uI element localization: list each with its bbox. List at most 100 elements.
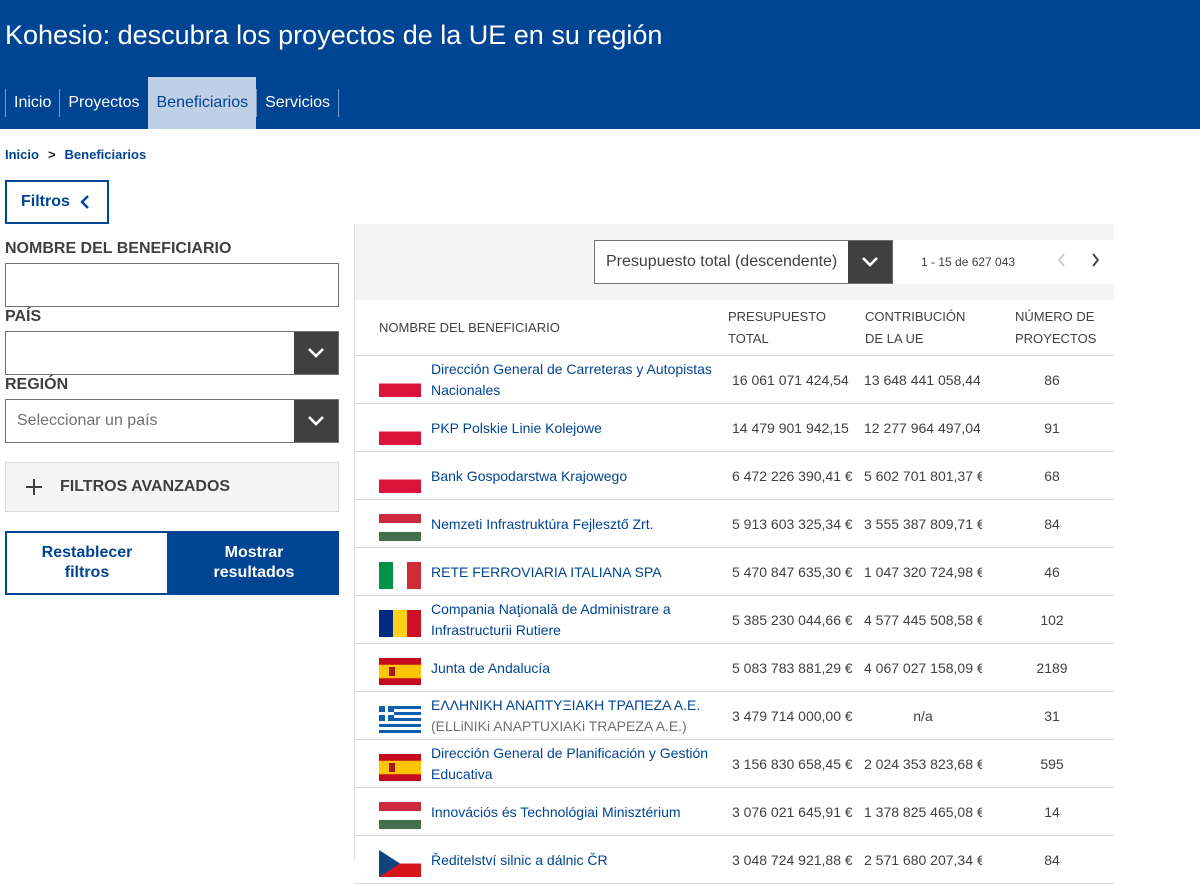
show-results-button[interactable]: Mostrar resultados: [169, 531, 339, 595]
beneficiary-link[interactable]: Dirección General de Planificación y Ges…: [431, 740, 721, 788]
beneficiary-link[interactable]: Dirección General de Carreteras y Autopi…: [431, 356, 721, 404]
poland-flag-icon: [379, 418, 421, 445]
hungary-flag-icon: [379, 514, 421, 541]
paginator: 1 - 15 de 627 043: [894, 240, 1114, 284]
greece-flag-icon: [379, 706, 421, 733]
chevron-down-icon[interactable]: [848, 241, 892, 283]
beneficiary-link[interactable]: RETE FERROVIARIA ITALIANA SPA: [431, 548, 721, 596]
column-header-contribution[interactable]: CONTRIBUCIÓN DE LA UE: [865, 306, 985, 350]
country-label: PAÍS: [5, 308, 42, 325]
eu-contribution-cell: 4 577 445 508,58 €: [864, 612, 982, 628]
hungary-flag-icon: [379, 802, 421, 829]
beneficiary-name[interactable]: Innovációs és Technológiai Minisztérium: [431, 802, 721, 823]
chevron-down-icon[interactable]: [294, 332, 338, 374]
spain-flag-icon: [379, 658, 421, 685]
table-row: PKP Polskie Linie Kolejowe 14 479 901 942…: [355, 404, 1114, 452]
eu-contribution-cell: 3 555 387 809,71 €: [864, 516, 982, 532]
poland-flag-icon: [379, 370, 421, 397]
czech-flag-icon: [379, 850, 421, 877]
beneficiary-name[interactable]: PKP Polskie Linie Kolejowe: [431, 418, 721, 439]
site-header: Kohesio: descubra los proyectos de la UE…: [0, 0, 1200, 129]
column-header-name[interactable]: NOMBRE DEL BENEFICIARIO: [379, 317, 560, 339]
show-results-label: Mostrar resultados: [213, 544, 295, 581]
project-count-cell: 86: [1044, 372, 1060, 388]
nav-item-proyectos[interactable]: Proyectos: [59, 77, 147, 129]
beneficiary-name[interactable]: Dirección General de Carreteras y Autopi…: [431, 359, 721, 401]
table-row: Ředitelství silnic a dálnic ČR 3 048 724 …: [355, 836, 1114, 884]
beneficiary-name-label: NOMBRE DEL BENEFICIARIO: [5, 240, 232, 257]
breadcrumb-home-link[interactable]: Inicio: [5, 147, 39, 162]
total-budget-cell: 5 913 603 325,34 €: [732, 516, 852, 532]
project-count-cell: 2189: [1036, 660, 1068, 676]
beneficiary-name[interactable]: ΕΛΛΗΝΙΚΗ ΑΝΑΠΤΥΞΙΑΚΗ ΤΡΑΠΕΖΑ Α.Ε.: [431, 695, 721, 716]
total-budget-cell: 5 083 783 881,29 €: [732, 660, 852, 676]
romania-flag-icon: [379, 610, 421, 637]
spain-flag-icon: [379, 754, 421, 781]
eu-contribution-cell: 2 571 680 207,34 €: [864, 852, 982, 868]
reset-filters-label: Restablecer filtros: [41, 544, 133, 581]
beneficiary-link[interactable]: Compania Naţională de Administrare a Inf…: [431, 596, 721, 644]
poland-flag-icon: [379, 466, 421, 493]
eu-contribution-cell: 2 024 353 823,68 €: [864, 756, 982, 772]
beneficiary-link[interactable]: Innovációs és Technológiai Minisztérium: [431, 788, 721, 836]
beneficiary-name[interactable]: Dirección General de Planificación y Ges…: [431, 743, 721, 785]
eu-contribution-cell: 1 378 825 465,08 €: [864, 804, 982, 820]
table-row: Innovációs és Technológiai Minisztérium 3…: [355, 788, 1114, 836]
table-row: ΕΛΛΗΝΙΚΗ ΑΝΑΠΤΥΞΙΑΚΗ ΤΡΑΠΕΖΑ Α.Ε. (ELLiNI…: [355, 692, 1114, 740]
eu-contribution-cell: 5 602 701 801,37 €: [864, 468, 982, 484]
advanced-filters-toggle[interactable]: FILTROS AVANZADOS: [5, 462, 339, 512]
site-title: Kohesio: descubra los proyectos de la UE…: [5, 20, 663, 50]
beneficiary-name[interactable]: RETE FERROVIARIA ITALIANA SPA: [431, 562, 721, 583]
beneficiary-alt-name: (ELLiNIKi ANAPTUXIAKi TRAPEZA A.E.): [431, 718, 687, 734]
eu-contribution-cell: 4 067 027 158,09 €: [864, 660, 982, 676]
project-count-cell: 31: [1044, 708, 1060, 724]
project-count-cell: 102: [1040, 612, 1064, 628]
table-header: NOMBRE DEL BENEFICIARIO PRESUPUESTO TOTA…: [355, 300, 1114, 356]
reset-filters-button[interactable]: Restablecer filtros: [5, 531, 169, 595]
column-header-projects[interactable]: NÚMERO DE PROYECTOS: [1015, 306, 1110, 350]
beneficiary-link[interactable]: PKP Polskie Linie Kolejowe: [431, 404, 721, 452]
nav-item-inicio[interactable]: Inicio: [5, 77, 59, 129]
total-budget-cell: 14 479 901 942,15 €: [732, 420, 852, 436]
project-count-cell: 46: [1044, 564, 1060, 580]
beneficiary-link[interactable]: Junta de Andalucía: [431, 644, 721, 692]
beneficiary-name[interactable]: Bank Gospodarstwa Krajowego: [431, 466, 721, 487]
country-select[interactable]: [5, 331, 339, 375]
advanced-filters-label: FILTROS AVANZADOS: [60, 478, 231, 495]
filters-toggle-label: Filtros: [21, 193, 70, 210]
beneficiary-name[interactable]: Compania Naţională de Administrare a Inf…: [431, 599, 721, 641]
total-budget-cell: 3 076 021 645,91 €: [732, 804, 852, 820]
project-count-cell: 595: [1040, 756, 1064, 772]
eu-contribution-cell: 13 648 441 058,44 €: [864, 372, 982, 388]
total-budget-cell: 5 470 847 635,30 €: [732, 564, 852, 580]
chevron-left-icon[interactable]: [1044, 252, 1078, 272]
beneficiary-name[interactable]: Nemzeti Infrastruktúra Fejlesztő Zrt.: [431, 514, 721, 535]
table-row: Bank Gospodarstwa Krajowego 6 472 226 390…: [355, 452, 1114, 500]
beneficiary-link[interactable]: ΕΛΛΗΝΙΚΗ ΑΝΑΠΤΥΞΙΑΚΗ ΤΡΑΠΕΖΑ Α.Ε. (ELLiNI…: [431, 692, 721, 740]
project-count-cell: 91: [1044, 420, 1060, 436]
beneficiary-name[interactable]: Ředitelství silnic a dálnic ČR: [431, 850, 721, 871]
table-row: Dirección General de Carreteras y Autopi…: [355, 356, 1114, 404]
eu-contribution-cell: n/a: [913, 708, 933, 724]
breadcrumb-current-link[interactable]: Beneficiarios: [65, 147, 147, 162]
nav-item-beneficiarios[interactable]: Beneficiarios: [147, 77, 257, 129]
beneficiary-link[interactable]: Bank Gospodarstwa Krajowego: [431, 452, 721, 500]
column-header-budget[interactable]: PRESUPUESTO TOTAL: [728, 306, 838, 350]
nav-item-servicios[interactable]: Servicios: [256, 77, 340, 129]
chevron-right-icon[interactable]: [1078, 252, 1112, 272]
beneficiary-name[interactable]: Junta de Andalucía: [431, 658, 721, 679]
region-select[interactable]: Seleccionar un país: [5, 399, 339, 443]
breadcrumb-separator: >: [47, 147, 56, 162]
eu-contribution-cell: 1 047 320 724,98 €: [864, 564, 982, 580]
beneficiary-link[interactable]: Nemzeti Infrastruktúra Fejlesztő Zrt.: [431, 500, 721, 548]
beneficiary-name-input[interactable]: [5, 263, 339, 307]
plus-icon: [26, 479, 42, 495]
total-budget-cell: 16 061 071 424,54 €: [732, 372, 852, 388]
breadcrumb: Inicio > Beneficiarios: [5, 147, 146, 162]
total-budget-cell: 3 156 830 658,45 €: [732, 756, 852, 772]
filters-toggle-button[interactable]: Filtros: [5, 180, 109, 224]
region-label: REGIÓN: [5, 376, 69, 393]
chevron-down-icon[interactable]: [294, 400, 338, 442]
beneficiary-link[interactable]: Ředitelství silnic a dálnic ČR: [431, 836, 721, 884]
sort-select[interactable]: Presupuesto total (descendente): [594, 240, 893, 284]
